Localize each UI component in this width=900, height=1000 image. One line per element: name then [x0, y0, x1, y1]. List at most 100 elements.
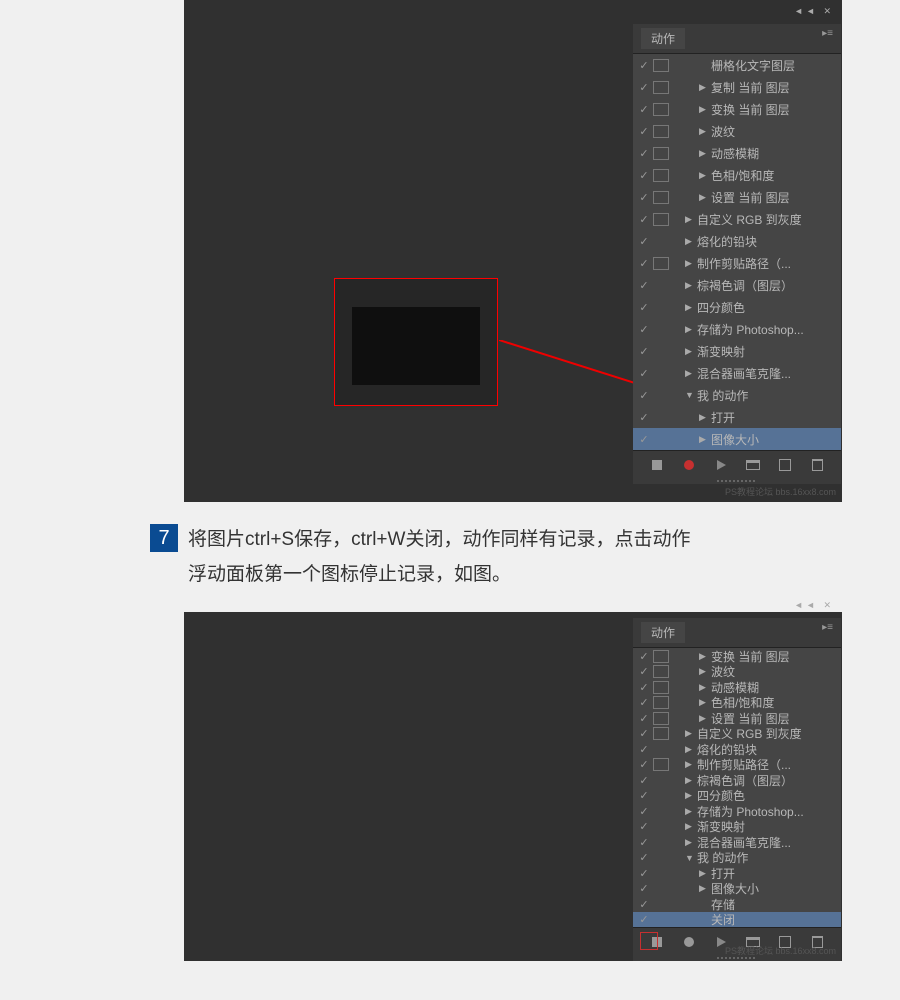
modal-toggle[interactable] [653, 213, 669, 226]
modal-toggle[interactable] [653, 433, 669, 446]
check-icon[interactable]: ✓ [635, 913, 653, 926]
check-icon[interactable]: ✓ [635, 389, 653, 402]
expand-icon[interactable]: ▶ [699, 126, 711, 137]
check-icon[interactable]: ✓ [635, 433, 653, 446]
expand-icon[interactable]: ▶ [685, 280, 697, 291]
modal-toggle[interactable] [653, 805, 669, 818]
action-row[interactable]: ✓▶四分颜色 [633, 788, 841, 804]
expand-icon[interactable]: ▶ [699, 883, 711, 894]
modal-toggle[interactable] [653, 665, 669, 678]
check-icon[interactable]: ✓ [635, 836, 653, 849]
action-row[interactable]: ✓▶四分颜色 [633, 296, 841, 318]
check-icon[interactable]: ✓ [635, 867, 653, 880]
play-button[interactable] [712, 456, 730, 474]
action-list[interactable]: ✓栅格化文字图层✓▶复制 当前 图层✓▶变换 当前 图层✓▶波纹✓▶动感模糊✓▶… [633, 54, 841, 450]
action-row[interactable]: ✓▶渐变映射 [633, 819, 841, 835]
action-row[interactable]: ✓▶打开 [633, 865, 841, 881]
modal-toggle[interactable] [653, 367, 669, 380]
modal-toggle[interactable] [653, 279, 669, 292]
action-row[interactable]: ✓▶设置 当前 图层 [633, 186, 841, 208]
check-icon[interactable]: ✓ [635, 898, 653, 911]
action-row[interactable]: ✓▶色相/饱和度 [633, 695, 841, 711]
modal-toggle[interactable] [653, 169, 669, 182]
action-row[interactable]: ✓▶熔化的铅块 [633, 230, 841, 252]
action-row[interactable]: ✓▶动感模糊 [633, 142, 841, 164]
panel-collapse[interactable]: ◄◄ ✕ [794, 600, 834, 611]
action-row[interactable]: ✓▶混合器画笔克隆... [633, 834, 841, 850]
action-row[interactable]: ✓▶存储为 Photoshop... [633, 803, 841, 819]
action-row[interactable]: ✓关闭 [633, 912, 841, 928]
action-row[interactable]: ✓▶制作剪贴路径（... [633, 252, 841, 274]
check-icon[interactable]: ✓ [635, 367, 653, 380]
modal-toggle[interactable] [653, 345, 669, 358]
expand-icon[interactable]: ▶ [699, 697, 711, 708]
check-icon[interactable]: ✓ [635, 758, 653, 771]
expand-icon[interactable]: ▶ [685, 236, 697, 247]
panel-menu-icon[interactable]: ▸≡ [822, 622, 833, 643]
panel-collapse[interactable]: ◄◄ ✕ [794, 6, 834, 17]
check-icon[interactable]: ✓ [635, 235, 653, 248]
action-row[interactable]: ✓栅格化文字图层 [633, 54, 841, 76]
action-row[interactable]: ✓▶图像大小 [633, 428, 841, 450]
check-icon[interactable]: ✓ [635, 301, 653, 314]
expand-icon[interactable]: ▶ [699, 434, 711, 445]
expand-icon[interactable]: ▶ [699, 192, 711, 203]
expand-icon[interactable]: ▶ [685, 728, 697, 739]
expand-icon[interactable]: ▶ [699, 651, 711, 662]
check-icon[interactable]: ✓ [635, 650, 653, 663]
panel-menu-icon[interactable]: ▸≡ [822, 28, 833, 49]
modal-toggle[interactable] [653, 851, 669, 864]
action-row[interactable]: ✓▶波纹 [633, 120, 841, 142]
action-row[interactable]: ✓▶变换 当前 图层 [633, 98, 841, 120]
modal-toggle[interactable] [653, 235, 669, 248]
modal-toggle[interactable] [653, 323, 669, 336]
check-icon[interactable]: ✓ [635, 279, 653, 292]
expand-icon[interactable]: ▶ [685, 346, 697, 357]
check-icon[interactable]: ✓ [635, 103, 653, 116]
check-icon[interactable]: ✓ [635, 257, 653, 270]
check-icon[interactable]: ✓ [635, 213, 653, 226]
expand-icon[interactable]: ▶ [685, 837, 697, 848]
drag-bar[interactable] [633, 478, 841, 484]
modal-toggle[interactable] [653, 411, 669, 424]
action-row[interactable]: ✓▶制作剪贴路径（... [633, 757, 841, 773]
action-row[interactable]: ✓▶波纹 [633, 664, 841, 680]
action-row[interactable]: ✓▶混合器画笔克隆... [633, 362, 841, 384]
modal-toggle[interactable] [653, 389, 669, 402]
panel-title[interactable]: 动作 [641, 28, 685, 49]
expand-icon[interactable]: ▼ [685, 853, 697, 863]
delete-button[interactable] [808, 456, 826, 474]
action-row[interactable]: ✓▶色相/饱和度 [633, 164, 841, 186]
check-icon[interactable]: ✓ [635, 774, 653, 787]
modal-toggle[interactable] [653, 758, 669, 771]
expand-icon[interactable]: ▶ [685, 790, 697, 801]
modal-toggle[interactable] [653, 81, 669, 94]
check-icon[interactable]: ✓ [635, 805, 653, 818]
action-row[interactable]: ✓▶存储为 Photoshop... [633, 318, 841, 340]
check-icon[interactable]: ✓ [635, 820, 653, 833]
modal-toggle[interactable] [653, 301, 669, 314]
expand-icon[interactable]: ▶ [699, 82, 711, 93]
expand-icon[interactable]: ▶ [685, 775, 697, 786]
modal-toggle[interactable] [653, 743, 669, 756]
action-row[interactable]: ✓▶动感模糊 [633, 679, 841, 695]
expand-icon[interactable]: ▶ [699, 682, 711, 693]
modal-toggle[interactable] [653, 867, 669, 880]
panel-title[interactable]: 动作 [641, 622, 685, 643]
modal-toggle[interactable] [653, 59, 669, 72]
expand-icon[interactable]: ▶ [685, 258, 697, 269]
modal-toggle[interactable] [653, 191, 669, 204]
modal-toggle[interactable] [653, 820, 669, 833]
new-folder-button[interactable] [744, 456, 762, 474]
check-icon[interactable]: ✓ [635, 81, 653, 94]
action-row[interactable]: ✓存储 [633, 896, 841, 912]
check-icon[interactable]: ✓ [635, 743, 653, 756]
modal-toggle[interactable] [653, 681, 669, 694]
action-row[interactable]: ✓▼我 的动作 [633, 384, 841, 406]
modal-toggle[interactable] [653, 696, 669, 709]
expand-icon[interactable]: ▶ [699, 104, 711, 115]
modal-toggle[interactable] [653, 147, 669, 160]
check-icon[interactable]: ✓ [635, 789, 653, 802]
action-row[interactable]: ✓▶设置 当前 图层 [633, 710, 841, 726]
modal-toggle[interactable] [653, 103, 669, 116]
